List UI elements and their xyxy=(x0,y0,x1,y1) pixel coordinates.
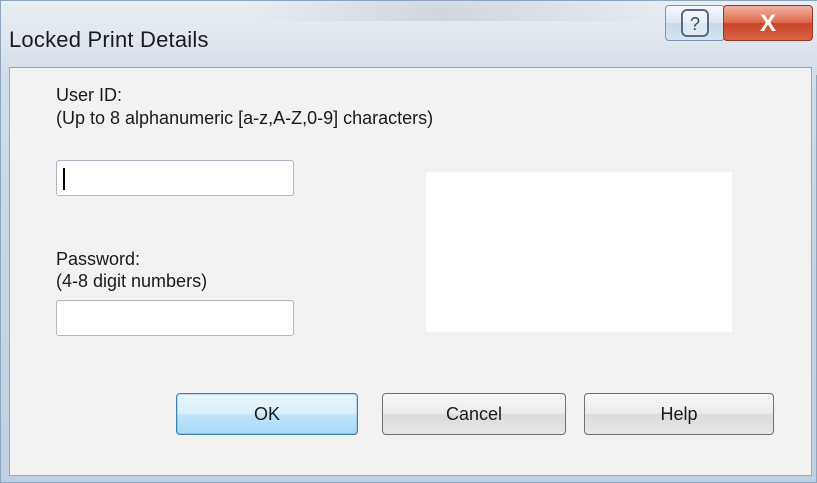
title-close-button[interactable]: X xyxy=(723,5,813,41)
password-hint: (4-8 digit numbers) xyxy=(56,271,208,291)
close-x-icon: X xyxy=(760,10,776,37)
close-x-glyph: X xyxy=(760,10,776,37)
help-button[interactable]: Help xyxy=(584,393,774,435)
password-label: Password: xyxy=(56,249,141,269)
help-question-icon: ? xyxy=(681,9,709,37)
user-id-field[interactable] xyxy=(56,160,294,196)
dialog-window: Locked Print Details ? X User ID: (Up to… xyxy=(0,0,817,483)
ok-button[interactable]: OK xyxy=(176,393,358,435)
title-help-button[interactable]: ? xyxy=(665,5,725,41)
dialog-content: User ID: (Up to 8 alphanumeric [a-z,A-Z,… xyxy=(9,67,812,476)
cancel-button[interactable]: Cancel xyxy=(382,393,566,435)
text-caret xyxy=(63,168,65,190)
blank-panel xyxy=(426,172,732,332)
help-question-glyph: ? xyxy=(690,14,700,34)
user-id-label: User ID: xyxy=(56,85,123,105)
title-bar: Locked Print Details ? X xyxy=(1,1,817,75)
user-id-hint: (Up to 8 alphanumeric [a-z,A-Z,0-9] char… xyxy=(56,108,434,128)
password-field[interactable] xyxy=(56,300,294,336)
window-title: Locked Print Details xyxy=(9,27,209,52)
